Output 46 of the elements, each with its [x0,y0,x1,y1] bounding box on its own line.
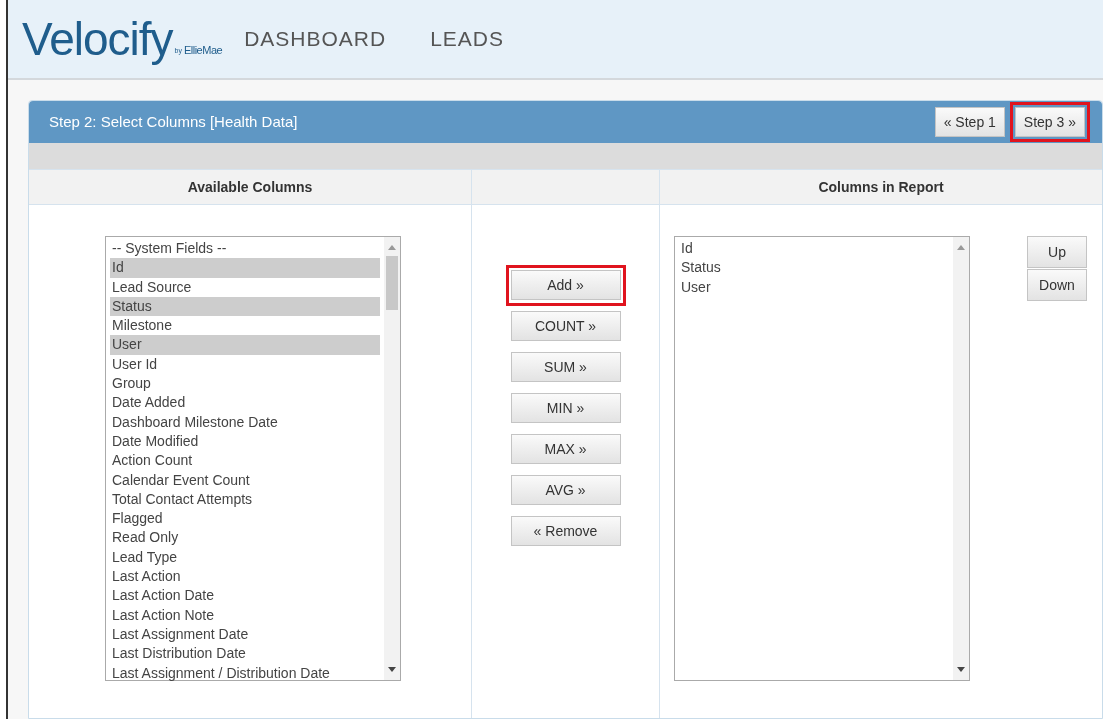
list-option[interactable]: User [681,277,953,297]
scrollbar[interactable] [953,237,969,680]
order-button[interactable]: Down [1027,269,1087,301]
list-option[interactable]: Last Distribution Date [110,644,380,664]
list-option[interactable]: Lead Type [110,547,380,568]
list-option[interactable]: Read Only [110,528,380,548]
scroll-up-icon[interactable] [388,245,396,250]
list-option[interactable]: User Id [110,354,380,375]
nav-link[interactable]: DASHBOARD [244,23,387,55]
list-option[interactable]: Status [681,258,953,278]
scroll-up-icon[interactable] [957,245,965,250]
list-option[interactable]: Flagged [110,509,380,529]
order-button[interactable]: Up [1027,236,1087,268]
scroll-down-icon[interactable] [388,667,396,672]
list-option[interactable]: Last Action Note [110,605,380,625]
list-option[interactable]: Date Modified [110,431,380,452]
scroll-thumb[interactable] [386,256,398,310]
list-option[interactable]: -- System Fields -- [110,239,380,259]
list-option[interactable]: Id [110,258,380,278]
list-option[interactable]: Last Action [110,567,380,587]
action-button[interactable]: Step 3 » [1009,102,1090,142]
scrollbar[interactable] [384,237,400,680]
list-option[interactable]: Last Assignment / Distribution Date [110,663,380,683]
list-option[interactable]: Milestone [110,316,380,336]
logo-name: Velocify [22,14,173,64]
list-option[interactable]: User [110,335,380,355]
nav-link[interactable]: LEADS [430,23,505,55]
list-option[interactable]: Lead Source [110,277,380,297]
list-option[interactable]: Group [110,374,380,394]
logo-company: EllieMae [183,42,223,58]
action-button[interactable]: Add » [505,265,626,306]
available-columns-list[interactable] [105,236,401,681]
list-option[interactable]: Calendar Event Count [110,470,380,490]
list-option[interactable]: Last Action Date [110,586,380,606]
list-option[interactable]: Total Contact Attempts [110,489,380,510]
panel-title: Step 2: Select Columns [Health Data] [49,111,299,132]
list-option[interactable]: Date Added [110,393,380,413]
list-option[interactable]: Status [110,296,380,317]
list-option[interactable]: Dashboard Milestone Date [110,412,380,432]
column-header: Columns in Report [818,177,944,197]
list-option[interactable]: Id [681,239,953,259]
list-option[interactable]: Action Count [110,451,380,471]
column-header: Available Columns [187,177,313,197]
report-columns-list[interactable]: Id Status User [674,236,970,681]
scroll-down-icon[interactable] [957,667,965,672]
list-option[interactable]: Last Assignment Date [110,624,380,645]
